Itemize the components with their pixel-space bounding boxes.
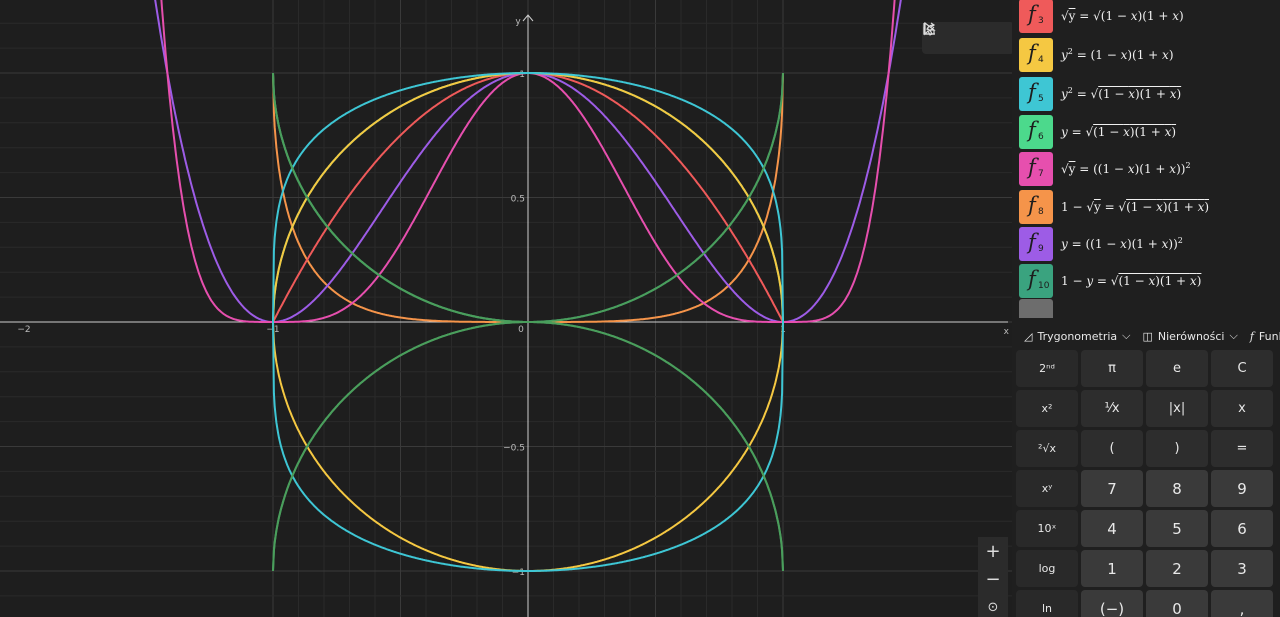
key-6[interactable]: |x| bbox=[1146, 390, 1208, 427]
function-expression[interactable]: y = √(1 − x)(1 + x) bbox=[1061, 125, 1176, 139]
tab-inequalities[interactable]: ◫ Nierówności ⌵ bbox=[1142, 329, 1237, 343]
function-badge-label: f bbox=[1028, 1, 1036, 26]
function-badge-label: f bbox=[1028, 266, 1036, 291]
function-expression[interactable]: y = ((1 − x)(1 + x))2 bbox=[1061, 236, 1183, 251]
key-10[interactable]: ) bbox=[1146, 430, 1208, 467]
keypad: 2ⁿᵈ π e Cx² ¹⁄x |x| x ²√x() = xʸ 7 8 9 10ˣ 4 5 6 log 1 2 3 ln… bbox=[1016, 350, 1273, 617]
key-25[interactable]: (−) bbox=[1081, 590, 1143, 617]
function-badge[interactable]: f6 bbox=[1019, 114, 1053, 149]
tab-trigonometry[interactable]: ◿ Trygonometria ⌵ bbox=[1024, 329, 1130, 343]
function-row-4[interactable]: f 4 y2 = (1 − x)(1 + x) bbox=[1012, 36, 1280, 73]
function-row-3[interactable]: f 3 √y = √(1 − x)(1 + x) bbox=[1012, 0, 1280, 34]
keypad-tabs: ◿ Trygonometria ⌵ ◫ Nierówności ⌵ f Funk… bbox=[1012, 318, 1280, 354]
function-expression[interactable]: 1 − √y = √(1 − x)(1 + x) bbox=[1061, 200, 1209, 214]
key-23[interactable]: 3 bbox=[1211, 550, 1273, 587]
triangle-icon: ◿ bbox=[1024, 329, 1033, 343]
function-row-7[interactable]: f 7 √y = ((1 − x)(1 + x))2 bbox=[1012, 150, 1280, 187]
y-tick-label: 0.5 bbox=[511, 195, 525, 205]
inequality-icon: ◫ bbox=[1142, 329, 1153, 343]
function-badge-label: f bbox=[1028, 229, 1036, 254]
function-badge[interactable]: f8 bbox=[1019, 189, 1053, 224]
function-badge-index: 9 bbox=[1038, 243, 1044, 254]
side-panel: f 3 √y = √(1 − x)(1 + x) f 4 y2 = (1 − x)(1 +… bbox=[1012, 0, 1280, 617]
graph-settings-icon[interactable] bbox=[923, 23, 1012, 52]
function-badge-index: 10 bbox=[1038, 280, 1050, 291]
y-tick-label: −1 bbox=[512, 568, 525, 578]
function-row-9[interactable]: f9 y = ((1 − x)(1 + x))2 bbox=[1012, 225, 1280, 262]
x-axis-label: x bbox=[1004, 327, 1010, 337]
function-badge-label: f bbox=[1028, 79, 1036, 104]
function-badge-index: 5 bbox=[1038, 93, 1044, 104]
function-badge-index: 3 bbox=[1038, 15, 1044, 26]
function-expression[interactable]: 1 − y = √(1 − x)(1 + x) bbox=[1061, 274, 1201, 288]
function-badge[interactable]: f 10 bbox=[1019, 263, 1053, 298]
function-badge[interactable]: f3 bbox=[1019, 0, 1053, 33]
chevron-down-icon: ⌵ bbox=[1122, 329, 1131, 342]
tab-trigonometry-label: Trygonometria bbox=[1037, 329, 1118, 343]
key-17[interactable]: 4 bbox=[1081, 510, 1143, 547]
function-badge-label: f bbox=[1028, 117, 1036, 142]
key-9[interactable]: ( bbox=[1081, 430, 1143, 467]
key-3[interactable]: C bbox=[1211, 350, 1273, 387]
function-expression[interactable]: y2 = (1 − x)(1 + x) bbox=[1061, 47, 1174, 62]
function-badge-label: f bbox=[1028, 40, 1036, 65]
function-icon: f bbox=[1249, 329, 1254, 343]
key-12[interactable]: xʸ bbox=[1016, 470, 1078, 507]
plot-area[interactable]: xy−2 −1 0 110.5−0.5−1 bbox=[0, 0, 1012, 617]
key-4[interactable]: x² bbox=[1016, 390, 1078, 427]
key-26[interactable]: 0 bbox=[1146, 590, 1208, 617]
function-badge-index: 6 bbox=[1038, 131, 1044, 142]
key-21[interactable]: 1 bbox=[1081, 550, 1143, 587]
tab-functions-label: Funkc bbox=[1258, 329, 1280, 343]
key-27[interactable]: , bbox=[1211, 590, 1273, 617]
zoom-fit-button[interactable]: ⊙ bbox=[978, 593, 1008, 617]
graph-toolbar bbox=[922, 22, 1012, 54]
key-16[interactable]: 10ˣ bbox=[1016, 510, 1078, 547]
function-expression[interactable]: y2 = √(1 − x)(1 + x) bbox=[1061, 86, 1181, 101]
function-badge[interactable]: f4 bbox=[1019, 37, 1053, 72]
key-20[interactable]: log bbox=[1016, 550, 1078, 587]
key-22[interactable]: 2 bbox=[1146, 550, 1208, 587]
tab-inequalities-label: Nierówności bbox=[1157, 329, 1225, 343]
key-18[interactable]: 5 bbox=[1146, 510, 1208, 547]
function-badge[interactable]: f5 bbox=[1019, 76, 1053, 111]
zoom-in-button[interactable]: + bbox=[978, 537, 1008, 565]
key-0[interactable]: 2ⁿᵈ bbox=[1016, 350, 1078, 387]
function-badge-index: 4 bbox=[1038, 54, 1044, 65]
y-tick-label: −0.5 bbox=[503, 444, 525, 454]
key-2[interactable]: e bbox=[1146, 350, 1208, 387]
function-badge-index: 8 bbox=[1038, 206, 1044, 217]
graph-canvas[interactable]: x y −2 −1 0 1 1 0.5 −0.5 −1 + − ⊙ bbox=[0, 0, 1012, 617]
key-14[interactable]: 8 bbox=[1146, 470, 1208, 507]
key-19[interactable]: 6 bbox=[1211, 510, 1273, 547]
function-badge-index: 7 bbox=[1038, 168, 1044, 179]
function-expression[interactable]: √y = ((1 − x)(1 + x))2 bbox=[1061, 161, 1191, 176]
key-8[interactable]: ²√x bbox=[1016, 430, 1078, 467]
function-badge-label: f bbox=[1028, 154, 1036, 179]
y-tick-label: 1 bbox=[519, 70, 525, 80]
key-13[interactable]: 7 bbox=[1081, 470, 1143, 507]
key-5[interactable]: ¹⁄x bbox=[1081, 390, 1143, 427]
function-row-6[interactable]: f6 y = √(1 − x)(1 + x) bbox=[1012, 113, 1280, 150]
function-badge[interactable]: f9 bbox=[1019, 226, 1053, 261]
key-15[interactable]: 9 bbox=[1211, 470, 1273, 507]
key-7[interactable]: x bbox=[1211, 390, 1273, 427]
tab-functions[interactable]: f Funkc bbox=[1250, 330, 1280, 343]
zoom-out-button[interactable]: − bbox=[978, 565, 1008, 593]
y-axis-label: y bbox=[515, 17, 521, 27]
function-row-5[interactable]: f 5 y2 = √(1 − x)(1 + x) bbox=[1012, 75, 1280, 112]
key-24[interactable]: ln bbox=[1016, 590, 1078, 617]
x-tick-label: −2 bbox=[17, 325, 30, 335]
function-row-10[interactable]: f 10 1 − y = √(1 − x)(1 + x) bbox=[1012, 262, 1280, 299]
key-11[interactable]: = bbox=[1211, 430, 1273, 467]
function-expression[interactable]: √y = √(1 − x)(1 + x) bbox=[1061, 9, 1184, 23]
function-badge-label: f bbox=[1028, 192, 1036, 217]
key-1[interactable]: π bbox=[1081, 350, 1143, 387]
function-badge[interactable]: f7 bbox=[1019, 151, 1053, 186]
chevron-down-icon: ⌵ bbox=[1229, 329, 1238, 342]
x-tick-label: 0 bbox=[518, 325, 524, 335]
share-icon[interactable] bbox=[923, 22, 982, 52]
function-row-8[interactable]: f8 1 − √y = √(1 − x)(1 + x) bbox=[1012, 188, 1280, 225]
